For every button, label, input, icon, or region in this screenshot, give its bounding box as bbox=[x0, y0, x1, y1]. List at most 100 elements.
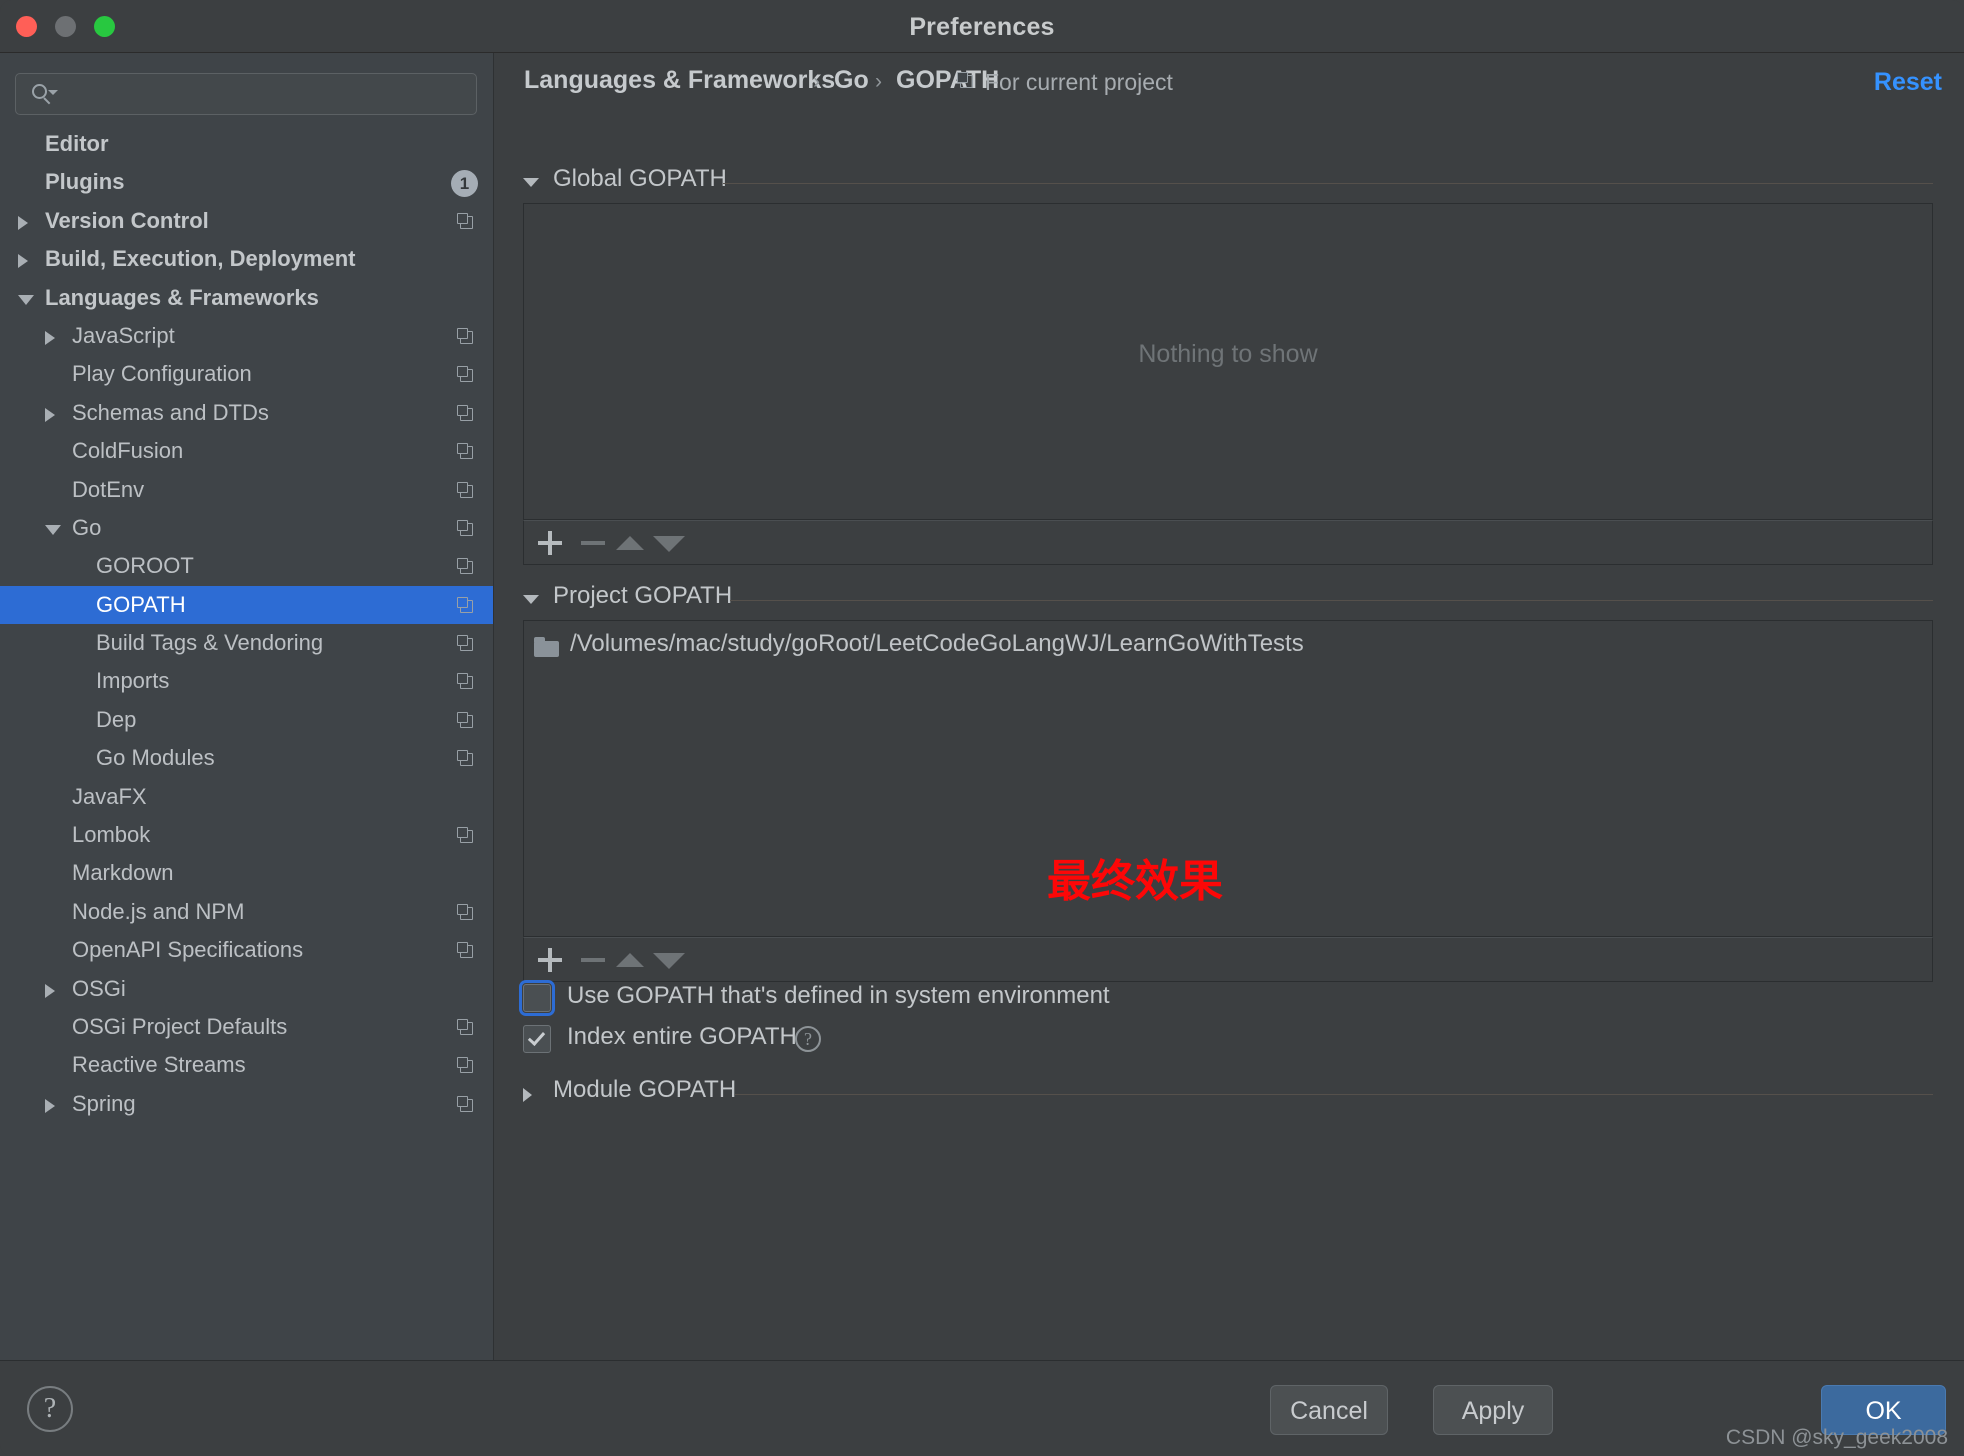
project-gopath-add-button[interactable] bbox=[537, 947, 563, 973]
project-gopath-header[interactable]: Project GOPATH bbox=[523, 582, 1933, 616]
sidebar-item-label: Lombok bbox=[72, 822, 151, 848]
copy-settings-icon[interactable] bbox=[457, 750, 474, 767]
copy-settings-icon[interactable] bbox=[457, 1057, 474, 1074]
settings-sidebar: Editor Plugins 1 Version Control Build, Exec… bbox=[0, 53, 494, 1360]
sidebar-item-imports[interactable]: Imports bbox=[0, 662, 493, 700]
sidebar-item-go-modules[interactable]: Go Modules bbox=[0, 739, 493, 777]
sidebar-item-reactive-streams[interactable]: Reactive Streams bbox=[0, 1046, 493, 1084]
sidebar-item-label: Plugins bbox=[45, 169, 125, 195]
help-button[interactable]: ? bbox=[27, 1386, 73, 1432]
sidebar-item-editor[interactable]: Editor bbox=[0, 125, 493, 163]
sidebar-item-label: Schemas and DTDs bbox=[72, 399, 269, 425]
copy-settings-icon[interactable] bbox=[457, 635, 474, 652]
copy-settings-icon[interactable] bbox=[457, 1018, 474, 1036]
chevron-down-icon[interactable] bbox=[523, 178, 539, 187]
copy-settings-icon[interactable] bbox=[457, 827, 474, 844]
breadcrumb: Languages & Frameworks › Go › GOPATH For… bbox=[495, 53, 1964, 106]
sidebar-item-javafx[interactable]: JavaFX bbox=[0, 778, 493, 816]
copy-settings-icon[interactable] bbox=[457, 942, 474, 959]
chevron-right-icon[interactable] bbox=[18, 215, 28, 230]
breadcrumb-item-gopath: GOPATH bbox=[896, 66, 1000, 94]
sidebar-item-dep[interactable]: Dep bbox=[0, 701, 493, 739]
use-system-gopath-checkbox[interactable] bbox=[519, 980, 555, 1016]
sidebar-item-coldfusion[interactable]: ColdFusion bbox=[0, 432, 493, 470]
sidebar-item-goroot[interactable]: GOROOT bbox=[0, 547, 493, 585]
search-box[interactable] bbox=[15, 73, 477, 115]
global-gopath-move-down-button[interactable] bbox=[653, 536, 685, 552]
search-input[interactable] bbox=[64, 74, 464, 114]
sidebar-item-label: Imports bbox=[96, 668, 170, 694]
help-icon[interactable]: ? bbox=[795, 1026, 821, 1052]
global-gopath-title: Global GOPATH bbox=[553, 165, 727, 192]
sidebar-item-node-js-and-npm[interactable]: Node.js and NPM bbox=[0, 893, 493, 931]
copy-settings-icon[interactable] bbox=[457, 404, 474, 422]
chevron-down-icon[interactable] bbox=[45, 524, 61, 535]
project-gopath-move-up-button[interactable] bbox=[616, 953, 644, 967]
sidebar-item-build-execution-deployment[interactable]: Build, Execution, Deployment bbox=[0, 240, 493, 278]
global-gopath-list[interactable]: Nothing to show bbox=[523, 203, 1933, 520]
chevron-right-icon[interactable] bbox=[45, 407, 55, 422]
index-entire-gopath-checkbox[interactable] bbox=[523, 1025, 551, 1053]
project-gopath-remove-button[interactable] bbox=[581, 958, 605, 962]
chevron-right-icon[interactable] bbox=[45, 330, 55, 345]
sidebar-item-label: Go bbox=[72, 514, 102, 540]
sidebar-item-osgi[interactable]: OSGi bbox=[0, 970, 493, 1008]
sidebar-item-label: JavaScript bbox=[72, 322, 175, 348]
copy-settings-icon[interactable] bbox=[457, 481, 474, 499]
copy-settings-icon[interactable] bbox=[457, 903, 474, 921]
global-gopath-remove-button[interactable] bbox=[581, 541, 605, 545]
reset-link[interactable]: Reset bbox=[1874, 68, 1942, 97]
chevron-right-icon[interactable] bbox=[45, 983, 55, 998]
module-gopath-header[interactable]: Module GOPATH bbox=[523, 1076, 1933, 1110]
dialog-footer: ? Cancel Apply OK CSDN @sky_geek2008 bbox=[0, 1360, 1964, 1456]
chevron-down-icon[interactable] bbox=[18, 294, 34, 305]
copy-settings-icon[interactable] bbox=[457, 558, 474, 575]
chevron-down-icon[interactable] bbox=[523, 595, 539, 604]
sidebar-item-label: Spring bbox=[72, 1090, 136, 1116]
copy-settings-icon[interactable] bbox=[457, 673, 474, 690]
sidebar-item-gopath[interactable]: GOPATH bbox=[0, 585, 493, 625]
sidebar-item-osgi-project-defaults[interactable]: OSGi Project Defaults bbox=[0, 1008, 493, 1046]
breadcrumb-item-go[interactable]: Go bbox=[834, 66, 869, 95]
chevron-right-icon[interactable] bbox=[523, 1088, 532, 1102]
sidebar-item-play-configuration[interactable]: Play Configuration bbox=[0, 355, 493, 393]
sidebar-item-schemas-and-dtds[interactable]: Schemas and DTDs bbox=[0, 394, 493, 432]
sidebar-item-plugins[interactable]: Plugins 1 bbox=[0, 163, 493, 201]
copy-settings-icon[interactable] bbox=[457, 519, 474, 537]
copy-settings-icon[interactable] bbox=[457, 366, 474, 383]
copy-settings-icon[interactable] bbox=[457, 1095, 474, 1113]
sidebar-item-label: OSGi Project Defaults bbox=[72, 1013, 288, 1039]
copy-settings-icon[interactable] bbox=[457, 711, 474, 729]
sidebar-item-javascript[interactable]: JavaScript bbox=[0, 317, 493, 355]
sidebar-item-version-control[interactable]: Version Control bbox=[0, 202, 493, 240]
chevron-right-icon[interactable] bbox=[18, 254, 28, 269]
sidebar-item-go[interactable]: Go bbox=[0, 509, 493, 547]
sidebar-item-lombok[interactable]: Lombok bbox=[0, 816, 493, 854]
global-gopath-move-up-button[interactable] bbox=[616, 536, 644, 550]
global-gopath-header[interactable]: Global GOPATH bbox=[523, 165, 1933, 199]
sidebar-item-languages-frameworks[interactable]: Languages & Frameworks bbox=[0, 279, 493, 317]
copy-settings-icon[interactable] bbox=[457, 443, 474, 460]
project-gopath-list[interactable]: /Volumes/mac/study/goRoot/LeetCodeGoLang… bbox=[523, 620, 1933, 937]
chevron-right-icon[interactable] bbox=[45, 1098, 55, 1113]
module-gopath-title: Module GOPATH bbox=[553, 1076, 737, 1103]
breadcrumb-item-languages[interactable]: Languages & Frameworks bbox=[524, 66, 835, 95]
copy-settings-icon[interactable] bbox=[457, 596, 474, 614]
sidebar-item-markdown[interactable]: Markdown bbox=[0, 854, 493, 892]
sidebar-item-badge: 1 bbox=[451, 170, 478, 198]
copy-settings-icon[interactable] bbox=[957, 72, 974, 89]
cancel-button[interactable]: Cancel bbox=[1270, 1385, 1388, 1435]
window-title: Preferences bbox=[909, 13, 1055, 41]
sidebar-item-dotenv[interactable]: DotEnv bbox=[0, 471, 493, 509]
project-gopath-move-down-button[interactable] bbox=[653, 953, 685, 969]
project-gopath-title: Project GOPATH bbox=[553, 582, 733, 609]
copy-settings-icon[interactable] bbox=[457, 327, 474, 345]
sidebar-item-label: Build Tags & Vendoring bbox=[96, 630, 324, 656]
sidebar-item-build-tags-vendoring[interactable]: Build Tags & Vendoring bbox=[0, 624, 493, 662]
apply-button[interactable]: Apply bbox=[1433, 1385, 1553, 1435]
sidebar-item-spring[interactable]: Spring bbox=[0, 1085, 493, 1123]
sidebar-item-label: Dep bbox=[96, 706, 137, 732]
copy-settings-icon[interactable] bbox=[457, 212, 474, 230]
sidebar-item-openapi-specifications[interactable]: OpenAPI Specifications bbox=[0, 931, 493, 969]
global-gopath-add-button[interactable] bbox=[537, 530, 563, 556]
